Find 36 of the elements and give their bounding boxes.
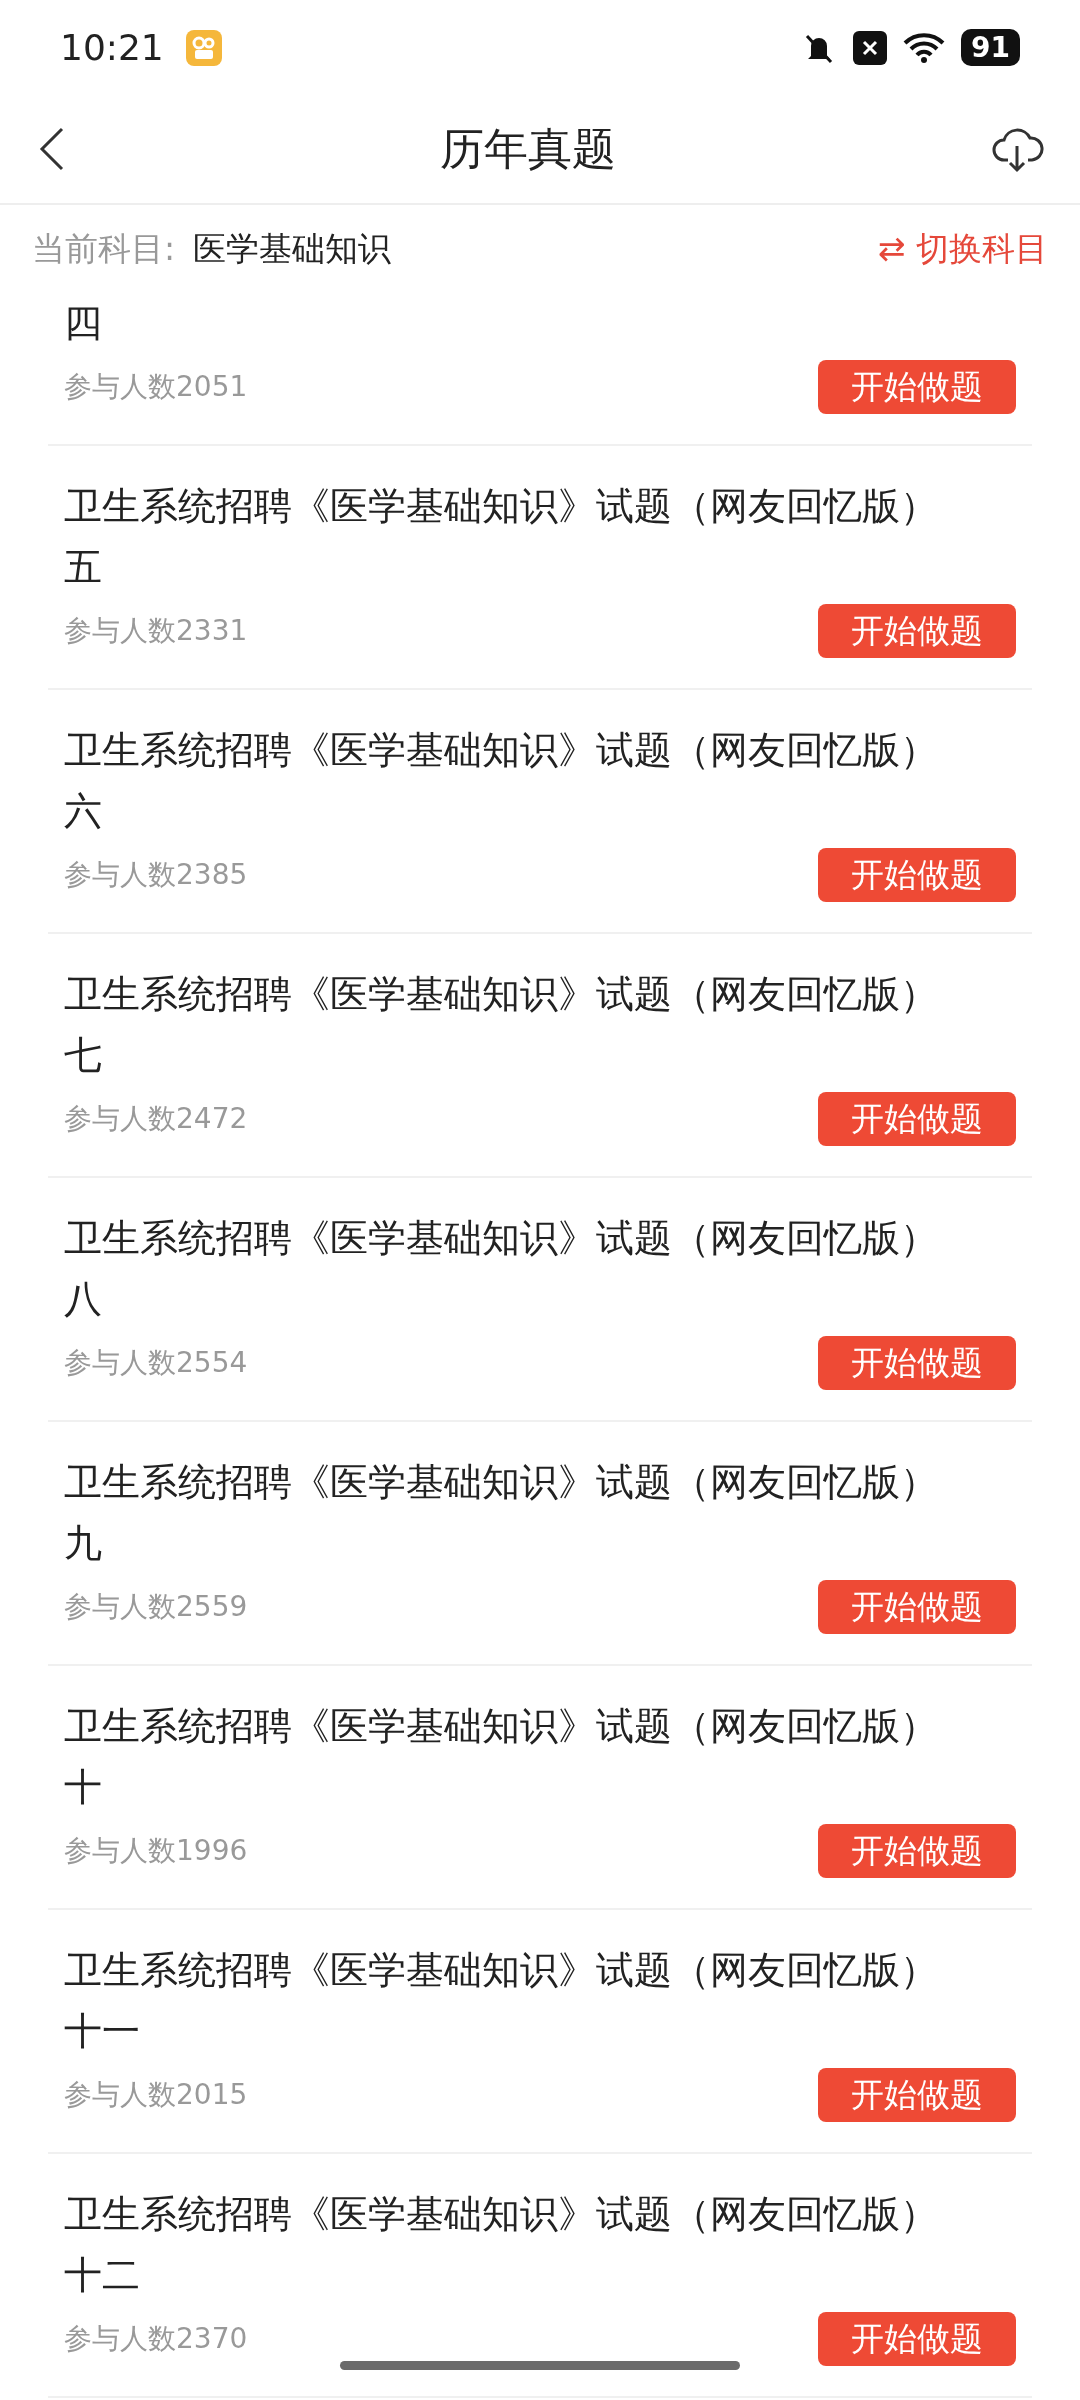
participant-count: 参与人数2331: [64, 613, 248, 649]
start-button[interactable]: 开始做题: [818, 1824, 1016, 1878]
exam-title: 卫生系统招聘《医学基础知识》试题（网友回忆版）六: [64, 727, 939, 835]
start-button[interactable]: 开始做题: [818, 2068, 1016, 2122]
exam-title: 卫生系统招聘《医学基础知识》试题（网友回忆版）五: [64, 483, 939, 591]
start-button[interactable]: 开始做题: [818, 1092, 1016, 1146]
start-button[interactable]: 开始做题: [818, 1336, 1016, 1390]
participant-count: 参与人数2370: [64, 2321, 248, 2357]
exam-title: 卫生系统招聘《医学基础知识》试题（网友回忆版）九: [64, 1459, 939, 1567]
start-button[interactable]: 开始做题: [818, 2312, 1016, 2366]
app-icon: [185, 29, 222, 66]
status-time: 10:21: [60, 27, 164, 68]
exam-title: 卫生系统招聘《医学基础知识》试题（网友回忆版）八: [64, 1215, 939, 1323]
battery-icon: 91: [961, 29, 1020, 66]
subject-name: 医学基础知识: [193, 227, 392, 270]
exam-title: 卫生系统招聘《医学基础知识》试题（网友回忆版）十: [64, 1703, 939, 1811]
start-button[interactable]: 开始做题: [818, 848, 1016, 902]
participant-count: 参与人数2051: [64, 369, 248, 405]
participant-count: 参与人数2559: [64, 1589, 248, 1625]
wifi-icon: [903, 31, 946, 64]
exam-title: 卫生系统招聘《医学基础知识》试题（网友回忆版）十一: [64, 1947, 939, 2055]
participant-count: 参与人数2385: [64, 857, 248, 893]
switch-subject-button[interactable]: ⇄ 切换科目: [877, 226, 1048, 272]
subject-label: 当前科目:: [32, 227, 176, 270]
participant-count: 参与人数2015: [64, 2077, 248, 2113]
start-button[interactable]: 开始做题: [818, 604, 1016, 658]
start-button[interactable]: 开始做题: [818, 360, 1016, 414]
exam-title: 四: [64, 300, 103, 347]
exam-title: 卫生系统招聘《医学基础知识》试题（网友回忆版）七: [64, 971, 939, 1079]
close-icon: [853, 30, 888, 65]
participant-count: 参与人数1996: [64, 1833, 248, 1869]
exam-title: 卫生系统招聘《医学基础知识》试题（网友回忆版）十二: [64, 2191, 939, 2299]
start-button[interactable]: 开始做题: [818, 1580, 1016, 1634]
participant-count: 参与人数2554: [64, 1345, 248, 1381]
page-title: 历年真题: [439, 121, 617, 176]
participant-count: 参与人数2472: [64, 1101, 248, 1137]
